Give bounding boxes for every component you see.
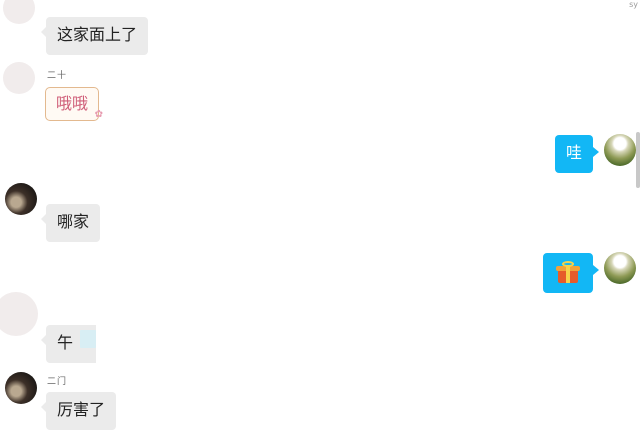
message-bubble[interactable]: 厉害了 (40, 392, 117, 430)
avatar[interactable] (5, 372, 37, 404)
avatar[interactable] (3, 0, 35, 24)
gift-icon (555, 261, 581, 285)
flower-decoration-icon: ✿ (94, 109, 104, 120)
sender-name: 二十 (47, 71, 68, 81)
message-bubble[interactable]: 这家面上了 (40, 17, 149, 55)
message-bubble[interactable]: 哪家 (40, 204, 101, 242)
message-bubble-self[interactable] (543, 253, 599, 293)
corner-mark: sy (629, 0, 638, 9)
avatar[interactable] (604, 252, 636, 284)
message-bubble-self[interactable]: 哇 (555, 135, 600, 173)
sender-name: 二门 (47, 377, 68, 387)
blur-patch (80, 330, 96, 348)
avatar[interactable] (0, 292, 38, 336)
avatar[interactable] (5, 183, 37, 215)
message-text: 午 (57, 333, 74, 352)
message-text: 哦哦 (56, 94, 89, 113)
redaction-patch (96, 325, 120, 363)
avatar[interactable] (604, 134, 636, 166)
message-bubble-decorated[interactable]: 哦哦 ✿ (45, 87, 103, 121)
scrollbar[interactable] (636, 132, 640, 188)
avatar[interactable] (3, 62, 35, 94)
